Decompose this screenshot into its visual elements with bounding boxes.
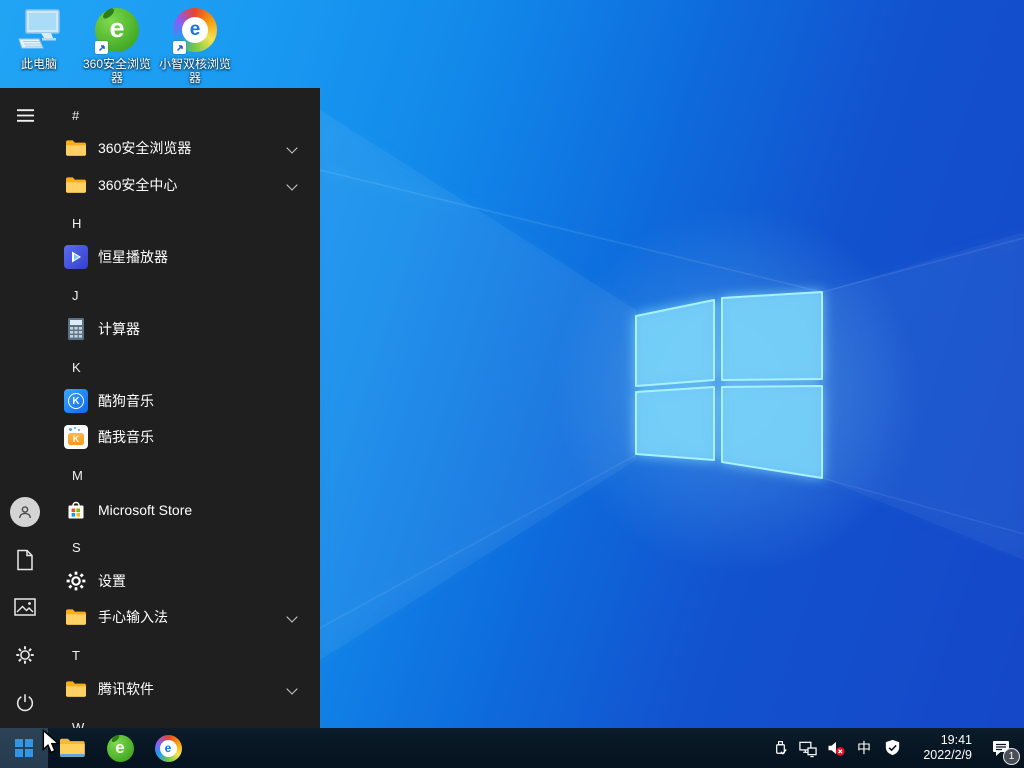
start-menu-item-app[interactable]: K 酷狗音乐 — [0, 383, 320, 419]
start-menu-section-header[interactable]: T — [0, 637, 320, 673]
network-icon[interactable] — [798, 738, 818, 758]
shortcut-arrow-icon — [173, 41, 186, 54]
360-safe-browser-icon: e — [93, 6, 141, 54]
system-tray: 中 19:41 2022/2/9 1 — [770, 733, 1024, 763]
taskbar-clock[interactable]: 19:41 2022/2/9 — [914, 733, 972, 763]
clock-time: 19:41 — [914, 733, 972, 748]
desktop-icon-label: 小智双核浏览器 — [157, 57, 233, 85]
desktop-icon-this-pc[interactable]: 此电脑 — [0, 4, 78, 85]
desktop-icon-label: 此电脑 — [21, 57, 57, 71]
folder-icon — [64, 173, 88, 197]
xiaozhi-dual-core-browser-icon: e — [171, 6, 219, 54]
desktop-icon-xiaozhi-browser[interactable]: e 小智双核浏览器 — [156, 4, 234, 85]
start-menu-item-folder[interactable]: 手心输入法 — [0, 599, 320, 635]
start-menu-item-app[interactable]: K 酷我音乐 — [0, 419, 320, 455]
start-menu-item-folder[interactable]: 腾讯软件 — [0, 671, 320, 707]
start-menu-item-app[interactable]: 恒星播放器 — [0, 239, 320, 275]
start-menu-section-header[interactable]: S — [0, 529, 320, 565]
desktop-icon-grid: 此电脑 e 360安全浏览器 e 小智双核浏览器 — [0, 4, 234, 85]
taskbar-file-explorer[interactable] — [48, 728, 96, 768]
notification-count-badge: 1 — [1003, 748, 1020, 765]
start-menu-item-folder[interactable]: 360安全浏览器 — [0, 130, 320, 166]
calculator-icon — [64, 317, 88, 341]
hengxing-player-icon — [64, 245, 88, 269]
windows-start-icon — [15, 739, 33, 757]
start-menu: # 360安全浏览器 360安全中心 H 恒星播放器 J — [0, 88, 320, 728]
chevron-down-icon[interactable] — [286, 683, 297, 694]
taskbar: e e 中 19:41 2022/2/9 — [0, 728, 1024, 768]
start-menu-item-app[interactable]: 计算器 — [0, 311, 320, 347]
folder-icon — [64, 605, 88, 629]
volume-muted-icon[interactable] — [826, 738, 846, 758]
360-safe-browser-icon: e — [107, 735, 134, 762]
chevron-down-icon[interactable] — [286, 179, 297, 190]
desktop-icon-label: 360安全浏览器 — [79, 57, 155, 85]
settings-gear-icon — [64, 569, 88, 593]
start-menu-section-header[interactable]: J — [0, 277, 320, 313]
xiaozhi-dual-core-browser-icon: e — [155, 735, 182, 762]
taskbar-360-safe-browser[interactable]: e — [96, 728, 144, 768]
usb-safely-remove-icon[interactable] — [770, 738, 790, 758]
file-explorer-icon — [59, 736, 86, 760]
chevron-down-icon[interactable] — [286, 142, 297, 153]
desktop-icon-360-browser[interactable]: e 360安全浏览器 — [78, 4, 156, 85]
folder-icon — [64, 136, 88, 160]
folder-icon — [64, 677, 88, 701]
start-menu-section-header[interactable]: # — [0, 97, 320, 133]
start-menu-section-header[interactable]: H — [0, 205, 320, 241]
taskbar-xiaozhi-browser[interactable]: e — [144, 728, 192, 768]
start-menu-item-folder[interactable]: 360安全中心 — [0, 167, 320, 203]
microsoft-store-icon — [64, 498, 88, 522]
start-menu-item-app[interactable]: 设置 — [0, 563, 320, 599]
action-center-button[interactable]: 1 — [986, 733, 1016, 763]
start-menu-section-header[interactable]: W — [0, 709, 320, 728]
this-pc-icon — [15, 6, 63, 54]
start-menu-item-app[interactable]: Microsoft Store — [0, 492, 320, 528]
clock-date: 2022/2/9 — [914, 748, 972, 763]
shortcut-arrow-icon — [95, 41, 108, 54]
chevron-down-icon[interactable] — [286, 611, 297, 622]
windows-desktop: 此电脑 e 360安全浏览器 e 小智双核浏览器 — [0, 0, 1024, 768]
start-menu-section-header[interactable]: M — [0, 457, 320, 493]
start-button[interactable] — [0, 728, 48, 768]
input-method-indicator[interactable]: 中 — [854, 738, 874, 758]
kuwo-music-icon: K — [64, 425, 88, 449]
windows-defender-icon[interactable] — [882, 738, 902, 758]
kugou-music-icon: K — [64, 389, 88, 413]
start-menu-section-header[interactable]: K — [0, 349, 320, 385]
